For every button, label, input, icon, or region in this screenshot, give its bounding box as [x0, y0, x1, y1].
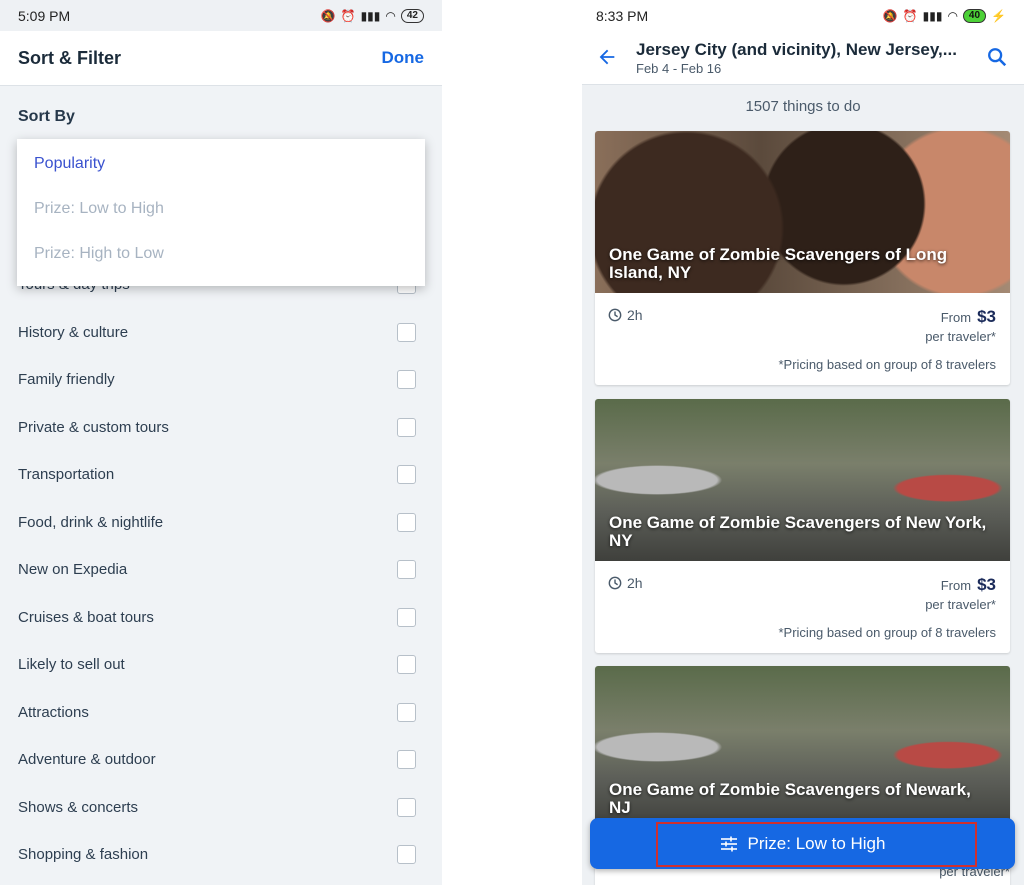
sort-option-low-to-high[interactable]: Prize: Low to High [17, 186, 425, 231]
per-traveler: per traveler* [925, 597, 996, 612]
filter-item[interactable]: New on Expedia [0, 546, 442, 594]
filter-item[interactable]: Transportation [0, 451, 442, 499]
activity-photo: One Game of Zombie Scavengers of Long Is… [595, 131, 1010, 293]
activity-title: One Game of Zombie Scavengers of Newark,… [609, 780, 971, 817]
filter-item[interactable]: Likely to sell out [0, 641, 442, 689]
highlight-outline [656, 822, 977, 867]
filter-label: Likely to sell out [18, 656, 125, 674]
filter-checkbox[interactable] [397, 750, 416, 770]
filter-item[interactable]: Food, drink & nightlife [0, 499, 442, 547]
location-title: Jersey City (and vicinity), New Jersey,.… [636, 39, 957, 59]
filter-checkbox[interactable] [397, 417, 416, 437]
sort-dropdown: Popularity Prize: Low to High Prize: Hig… [17, 139, 425, 286]
filter-checkbox[interactable] [397, 512, 416, 532]
activities-screen: 8:33 PM 🔕 ⏰ ▮▮▮ ◠ 40 ⚡ Jersey City (and … [582, 0, 1024, 885]
status-bar: 5:09 PM 🔕 ⏰ ▮▮▮ ◠ 42 [0, 0, 442, 31]
filter-label: History & culture [18, 323, 129, 341]
pricing-note: *Pricing based on group of 8 travelers [778, 357, 996, 372]
filter-item[interactable]: Attractions [0, 689, 442, 737]
filter-label: Transportation [18, 466, 115, 484]
duration: 2h [608, 307, 643, 323]
date-range: Feb 4 - Feb 16 [636, 60, 722, 76]
sort-filter-screen: 5:09 PM 🔕 ⏰ ▮▮▮ ◠ 42 Sort & Filter Done … [0, 0, 442, 885]
filter-item[interactable]: Family friendly [0, 356, 442, 404]
price: $3 [977, 307, 996, 326]
duration-value: 2h [627, 575, 643, 591]
duration-value: 2h [627, 307, 643, 323]
header-text: Jersey City (and vicinity), New Jersey,.… [636, 40, 974, 76]
pricing-note: *Pricing based on group of 8 travelers [778, 625, 996, 640]
price: $3 [977, 575, 996, 594]
battery-icon: 40 [962, 8, 987, 23]
battery-icon: 42 [400, 8, 424, 23]
filter-label: Cruises & boat tours [18, 608, 154, 626]
duration: 2h [608, 575, 643, 591]
filter-checkbox[interactable] [397, 655, 416, 675]
filter-label: Food, drink & nightlife [18, 513, 164, 531]
filter-label: Private & custom tours [18, 418, 169, 436]
activity-card[interactable]: One Game of Zombie Scavengers of Long Is… [595, 131, 1010, 385]
signal-icon: ▮▮▮ [360, 8, 381, 23]
back-arrow-icon[interactable] [596, 46, 620, 70]
alarm-icon: ⏰ [340, 8, 356, 23]
filter-checkbox[interactable] [397, 370, 416, 390]
from-label: From [940, 310, 972, 325]
clock-icon [608, 576, 622, 590]
filter-checkbox[interactable] [397, 560, 416, 580]
filter-item[interactable]: Private & custom tours [0, 404, 442, 452]
sort-option-popularity[interactable]: Popularity [17, 141, 425, 186]
sort-filter-header: Sort & Filter Done [0, 31, 442, 86]
filter-label: Attractions [18, 703, 89, 721]
activity-title: One Game of Zombie Scavengers of Long Is… [609, 245, 948, 282]
activity-photo: One Game of Zombie Scavengers of Newark,… [595, 666, 1010, 828]
per-traveler: per traveler* [925, 329, 996, 344]
filter-item[interactable]: Cruises & boat tours [0, 594, 442, 642]
price-line: From $3 [941, 307, 996, 327]
filter-checkbox[interactable] [397, 702, 416, 722]
status-bar: 8:33 PM 🔕 ⏰ ▮▮▮ ◠ 40 ⚡ [582, 0, 1024, 31]
price-line: From $3 [941, 575, 996, 595]
filter-checkbox[interactable] [397, 607, 416, 627]
clock-icon [608, 308, 622, 322]
sort-option-high-to-low[interactable]: Prize: High to Low [17, 231, 425, 276]
activity-title: One Game of Zombie Scavengers of New Yor… [609, 513, 987, 550]
filter-label: Shopping & fashion [18, 846, 149, 864]
results-header: Jersey City (and vicinity), New Jersey,.… [582, 31, 1024, 85]
sort-by-label: Sort By [18, 108, 75, 125]
signal-icon: ▮▮▮ [922, 8, 943, 23]
status-icons: 🔕 ⏰ ▮▮▮ ◠ 40 ⚡ [882, 8, 1006, 23]
filter-label: New on Expedia [18, 561, 128, 579]
wifi-icon: ◠ [947, 8, 958, 23]
page-title: Sort & Filter [18, 47, 122, 68]
status-time: 5:09 PM [18, 7, 71, 24]
filter-label: Family friendly [18, 371, 115, 389]
card-details: 2h From $3 per traveler* *Pricing based o… [595, 293, 1010, 385]
filter-checkbox[interactable] [397, 465, 416, 485]
status-time: 8:33 PM [596, 7, 649, 24]
wifi-icon: ◠ [385, 8, 396, 23]
filter-label: Shows & concerts [18, 798, 139, 816]
filter-item[interactable]: Shows & concerts [0, 784, 442, 832]
filter-item[interactable]: History & culture [0, 309, 442, 357]
done-button[interactable]: Done [382, 48, 425, 68]
filter-label: Adventure & outdoor [18, 751, 156, 769]
filter-list: Tours & day trips History & culture Fami… [0, 261, 442, 879]
filter-item[interactable]: Shopping & fashion [0, 831, 442, 879]
mute-icon: 🔕 [882, 8, 898, 23]
card-details: 2h From $3 per traveler* *Pricing based o… [595, 561, 1010, 653]
filter-checkbox[interactable] [397, 845, 416, 865]
charging-icon: ⚡ [991, 8, 1006, 23]
mute-icon: 🔕 [320, 8, 336, 23]
activity-card[interactable]: One Game of Zombie Scavengers of New Yor… [595, 399, 1010, 653]
alarm-icon: ⏰ [902, 8, 918, 23]
filter-checkbox[interactable] [397, 322, 416, 342]
activity-photo: One Game of Zombie Scavengers of New Yor… [595, 399, 1010, 561]
filter-checkbox[interactable] [397, 797, 416, 817]
from-label: From [940, 578, 972, 593]
results-count: 1507 things to do [745, 98, 861, 115]
filter-item[interactable]: Adventure & outdoor [0, 736, 442, 784]
status-icons: 🔕 ⏰ ▮▮▮ ◠ 42 [320, 8, 424, 23]
search-icon[interactable] [986, 46, 1010, 70]
